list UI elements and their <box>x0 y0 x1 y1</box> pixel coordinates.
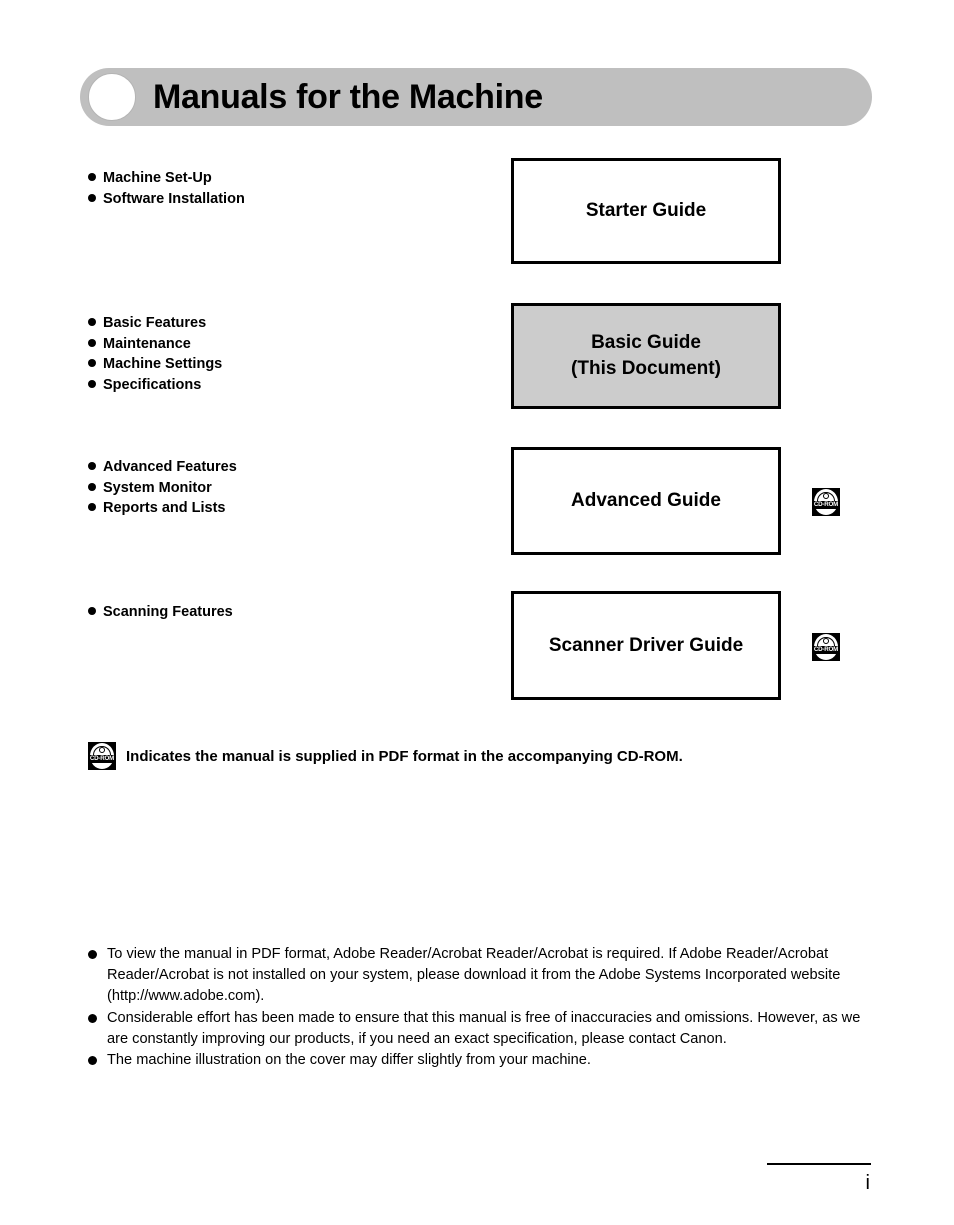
list-item: System Monitor <box>88 478 488 499</box>
guide-box-label-line1: Basic Guide <box>591 332 701 353</box>
bullet-dot-icon <box>88 462 96 470</box>
cd-rom-icon-label: CD-ROM <box>812 646 840 654</box>
bullet-dot-icon <box>88 379 96 388</box>
bullet-dot-icon <box>88 503 96 511</box>
bullet-dot-icon <box>88 482 96 491</box>
guide-box-scanner: Scanner Driver Guide <box>511 591 781 700</box>
list-item-label: Machine Set-Up <box>103 170 212 186</box>
feature-list-basic: Basic Features Maintenance Machine Setti… <box>88 313 488 395</box>
list-item: Maintenance <box>88 334 488 355</box>
cd-rom-hub-shape <box>823 493 829 499</box>
list-item: Software Installation <box>88 189 488 210</box>
list-item-label: Specifications <box>103 376 202 393</box>
guide-box-starter: Starter Guide <box>511 158 781 264</box>
cd-rom-legend-text: Indicates the manual is supplied in PDF … <box>126 747 683 765</box>
list-item-label: Scanning Features <box>103 604 233 620</box>
cd-rom-icon: CD-ROM <box>88 742 116 770</box>
cd-rom-hub-shape <box>99 747 105 753</box>
page-header-banner: Manuals for the Machine <box>80 68 872 126</box>
bullet-dot-icon <box>88 1013 97 1023</box>
list-item: Machine Set-Up <box>88 168 488 189</box>
footnote-text: To view the manual in PDF format, Adobe … <box>107 946 841 1005</box>
feature-list-starter: Machine Set-Up Software Installation <box>88 168 488 209</box>
bullet-dot-icon <box>88 318 96 326</box>
footnote-item: To view the manual in PDF format, Adobe … <box>88 944 863 1008</box>
guide-box-label: Advanced Guide <box>571 490 721 511</box>
cd-rom-icon: CD-ROM <box>812 633 840 661</box>
list-item: Machine Settings <box>88 354 488 375</box>
list-item-label: Reports and Lists <box>103 500 226 516</box>
guide-box-label: Starter Guide <box>585 200 707 221</box>
circle-bullet-icon <box>88 73 136 121</box>
list-item-label: Basic Features <box>103 315 207 331</box>
bullet-dot-icon <box>88 173 96 181</box>
guide-box-label-line2: (This Document) <box>571 358 721 379</box>
cd-rom-badge-advanced: CD-ROM <box>812 488 840 521</box>
footnote-item: Considerable effort has been made to ens… <box>88 1008 863 1050</box>
cd-rom-hub-shape <box>823 638 829 644</box>
footnote-text: Considerable effort has been made to ens… <box>107 1009 861 1047</box>
cd-rom-legend: CD-ROM Indicates the manual is supplied … <box>88 742 683 770</box>
feature-list-scanner: Scanning Features <box>88 602 488 623</box>
footnote-item: The machine illustration on the cover ma… <box>88 1050 863 1071</box>
cd-rom-icon: CD-ROM <box>812 488 840 516</box>
guide-box-label: Basic Guide (This Document) <box>571 330 721 382</box>
footnote-text: The machine illustration on the cover ma… <box>107 1052 591 1069</box>
guide-box-advanced: Advanced Guide <box>511 447 781 555</box>
bullet-dot-icon <box>88 1056 97 1066</box>
list-item-label: Maintenance <box>103 335 191 352</box>
bullet-dot-icon <box>88 359 96 367</box>
footnotes-list: To view the manual in PDF format, Adobe … <box>88 944 863 1071</box>
list-item-label: System Monitor <box>103 479 212 496</box>
list-item: Basic Features <box>88 313 488 334</box>
bullet-dot-icon <box>88 338 96 347</box>
page-title: Manuals for the Machine <box>153 78 543 116</box>
list-item: Scanning Features <box>88 602 488 623</box>
bullet-dot-icon <box>88 607 96 615</box>
list-item: Advanced Features <box>88 457 488 478</box>
guide-box-basic: Basic Guide (This Document) <box>511 303 781 409</box>
bullet-dot-icon <box>88 193 96 202</box>
footer-divider <box>767 1163 871 1165</box>
guide-box-label: Scanner Driver Guide <box>548 634 744 656</box>
list-item-label: Machine Settings <box>103 356 223 372</box>
list-item-label: Advanced Features <box>103 459 237 475</box>
cd-rom-icon-label: CD-ROM <box>812 501 840 509</box>
page-number: i <box>865 1172 870 1194</box>
list-item-label: Software Installation <box>103 190 245 207</box>
cd-rom-icon-label: CD-ROM <box>88 755 116 763</box>
bullet-dot-icon <box>88 950 97 959</box>
cd-rom-badge-scanner: CD-ROM <box>812 633 840 666</box>
list-item: Reports and Lists <box>88 498 488 519</box>
feature-list-advanced: Advanced Features System Monitor Reports… <box>88 457 488 519</box>
list-item: Specifications <box>88 375 488 396</box>
